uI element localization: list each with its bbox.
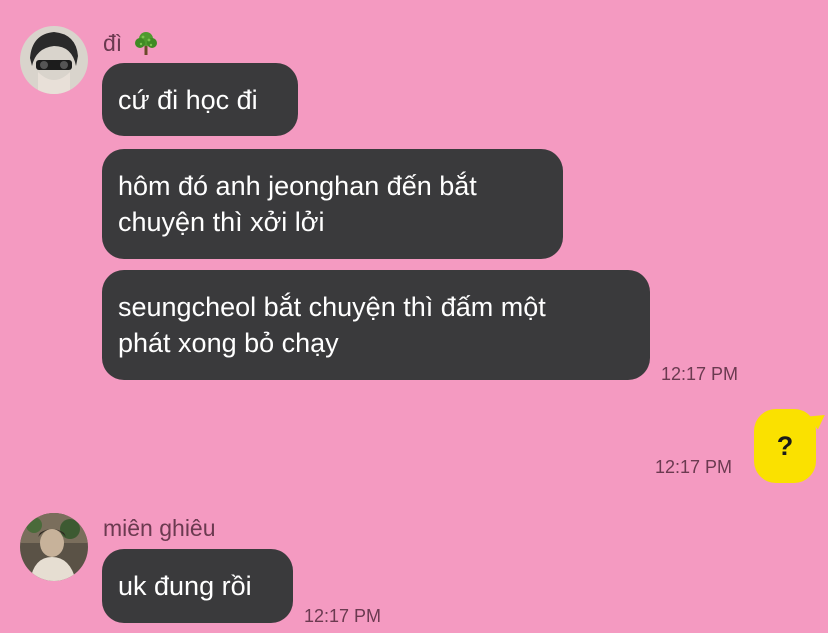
message-bubble[interactable]: cứ đi học đi: [102, 63, 298, 136]
message-timestamp: 12:17 PM: [655, 457, 733, 477]
my-message-bubble[interactable]: ?: [754, 408, 828, 483]
avatar[interactable]: [20, 513, 88, 581]
sender-name: miên ghiêu: [103, 515, 216, 541]
bush-icon: [133, 30, 159, 60]
avatar-photo-icon: [20, 26, 88, 94]
message-timestamp: 12:17 PM: [304, 606, 382, 626]
sender-name: đì: [103, 30, 159, 60]
message-text: hôm đó anh jeonghan đến bắt chuyện thì x…: [118, 171, 477, 237]
avatar-photo-icon: [20, 513, 88, 581]
message-bubble[interactable]: seungcheol bắt chuyện thì đấm một phát x…: [102, 270, 650, 380]
message-timestamp: 12:17 PM: [661, 364, 739, 384]
message-text: cứ đi học đi: [118, 84, 258, 115]
message-text: seungcheol bắt chuyện thì đấm một phát x…: [118, 292, 546, 358]
message-text: ?: [776, 430, 794, 461]
message-bubble[interactable]: uk đung rồi: [102, 549, 293, 623]
message-bubble[interactable]: hôm đó anh jeonghan đến bắt chuyện thì x…: [102, 149, 563, 259]
avatar[interactable]: [20, 26, 88, 94]
message-text: uk đung rồi: [118, 571, 252, 601]
